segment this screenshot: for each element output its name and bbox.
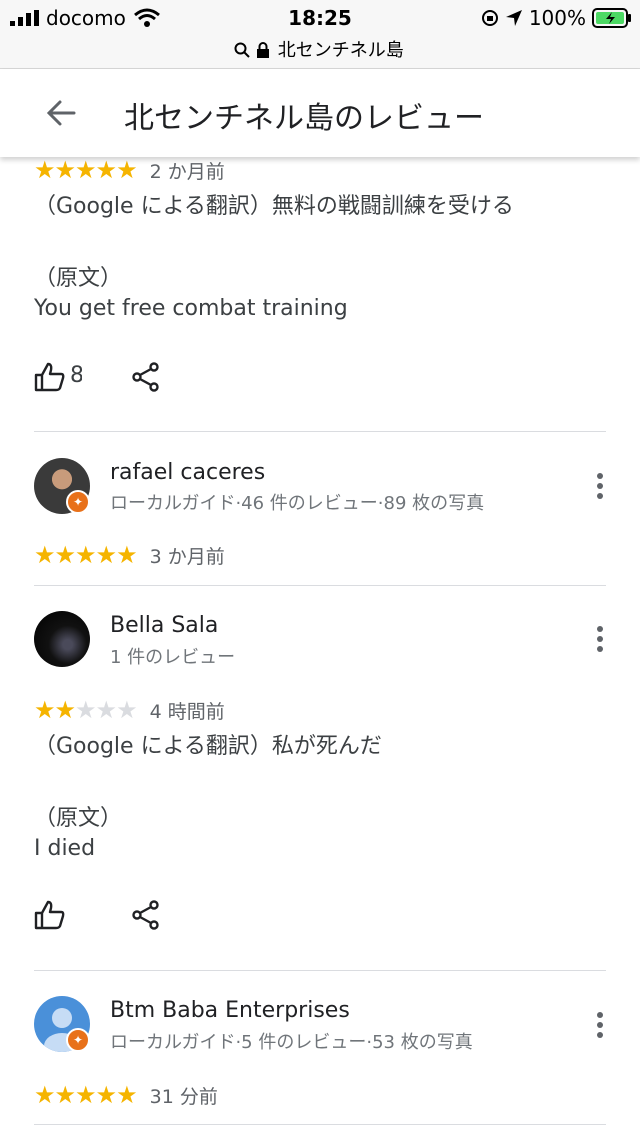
avatar[interactable] [34,611,90,667]
page-title: 北センチネル島のレビュー [124,101,484,136]
location-icon [505,10,522,26]
like-count: 8 [70,363,82,388]
star-rating: ★★★★★ [34,156,138,184]
local-guide-badge-icon: ✦ [66,490,90,514]
reviewer-name[interactable]: rafael caceres [110,460,265,485]
reviewer-meta: ローカルガイド·5 件のレビュー·53 枚の写真 [110,1032,473,1053]
more-vert-icon[interactable] [596,626,604,654]
thumbs-up-icon[interactable] [34,362,66,392]
divider [34,585,606,586]
original-text: I died [34,836,96,861]
rating-row: ★★★★★ 3 か月前 [34,541,225,569]
reviewer-name[interactable]: Btm Baba Enterprises [110,998,350,1023]
status-bar: docomo 18:25 100% 北センチネル島 [0,0,640,69]
translated-text: （Google による翻訳）無料の戦闘訓練を受ける [34,194,514,219]
lock-icon [257,42,269,58]
star-rating: ★★★★★ [34,696,138,724]
review-time: 3 か月前 [149,546,225,568]
local-guide-badge-icon: ✦ [66,1028,90,1052]
star-rating: ★★★★★ [34,1081,138,1109]
reviewer-meta: 1 件のレビュー [110,647,236,668]
status-right: 100% [481,6,632,30]
rating-row: ★★★★★ 2 か月前 [34,156,606,184]
search-icon [234,42,250,58]
review-card: ★★★★★ 4 時間前 （Google による翻訳）私が死んだ （原文） I d… [34,696,606,861]
rating-row: ★★★★★ 31 分前 [34,1081,218,1109]
original-label: （原文） [34,806,123,831]
reviewer-name[interactable]: Bella Sala [110,613,218,638]
divider [34,970,606,971]
original-label: （原文） [34,266,123,291]
review-time: 4 時間前 [149,701,225,723]
back-arrow-icon[interactable] [44,95,80,131]
battery-percent: 100% [528,6,586,30]
url-text: 北センチネル島 [277,40,404,61]
battery-icon [592,8,631,28]
more-vert-icon[interactable] [596,473,604,501]
translated-text: （Google による翻訳）私が死んだ [34,734,382,759]
share-icon[interactable] [132,362,160,392]
star-rating: ★★★★★ [34,541,138,569]
divider [34,1124,606,1125]
rating-row: ★★★★★ 4 時間前 [34,696,606,724]
rotation-lock-icon [481,10,498,26]
review-card: ★★★★★ 2 か月前 （Google による翻訳）無料の戦闘訓練を受ける （原… [34,156,606,321]
original-text: You get free combat training [34,296,348,321]
url-bar[interactable]: 北センチネル島 [0,36,640,62]
thumbs-up-icon[interactable] [34,900,66,930]
share-icon[interactable] [132,900,160,930]
divider [34,431,606,432]
app-bar: 北センチネル島のレビュー [0,69,640,157]
reviewer-meta: ローカルガイド·46 件のレビュー·89 枚の写真 [110,493,485,514]
more-vert-icon[interactable] [596,1012,604,1040]
review-time: 31 分前 [149,1086,218,1108]
review-time: 2 か月前 [149,161,225,183]
